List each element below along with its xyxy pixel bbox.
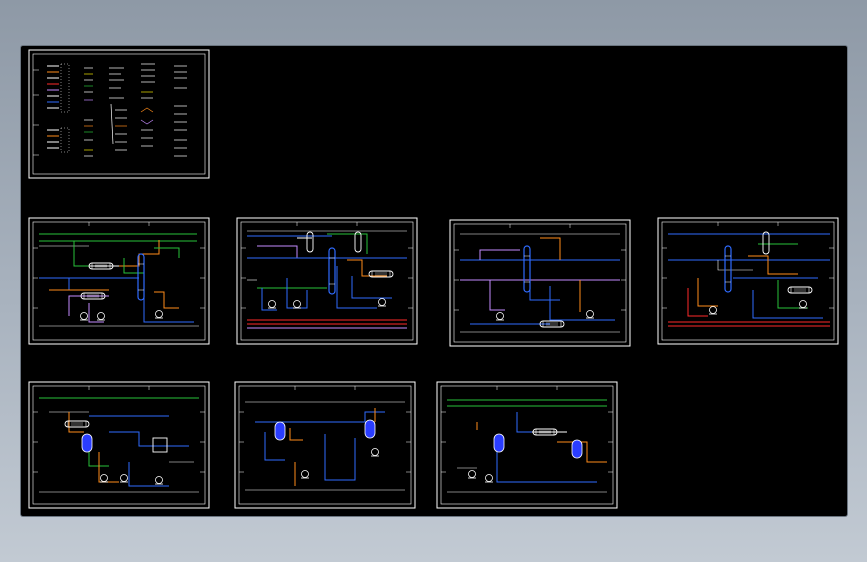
legend-symbols-col3 xyxy=(109,67,127,151)
pid-sheet-1[interactable] xyxy=(28,217,210,345)
pid-sheet-2[interactable] xyxy=(236,217,418,345)
pid-sheet-6[interactable] xyxy=(234,381,416,509)
legend-symbols-col2 xyxy=(84,67,93,157)
cad-model-space[interactable] xyxy=(21,46,847,516)
pid-4-lines xyxy=(668,233,830,327)
pid-6-lines xyxy=(245,401,405,491)
pid-sheet-4[interactable] xyxy=(657,217,839,345)
pid-2-lines xyxy=(247,230,407,329)
pid-5-lines xyxy=(39,397,199,493)
legend-symbols-col4 xyxy=(140,63,155,147)
pid-1-lines xyxy=(39,233,199,327)
legend-line-samples xyxy=(47,63,70,153)
pid-sheet-5[interactable] xyxy=(28,381,210,509)
pid-sheet-3[interactable] xyxy=(449,219,631,347)
pid-sheet-7[interactable] xyxy=(436,381,618,509)
pid-3-lines xyxy=(460,233,620,333)
legend-symbols-col5 xyxy=(174,65,187,157)
legend-sheet[interactable] xyxy=(28,49,210,179)
